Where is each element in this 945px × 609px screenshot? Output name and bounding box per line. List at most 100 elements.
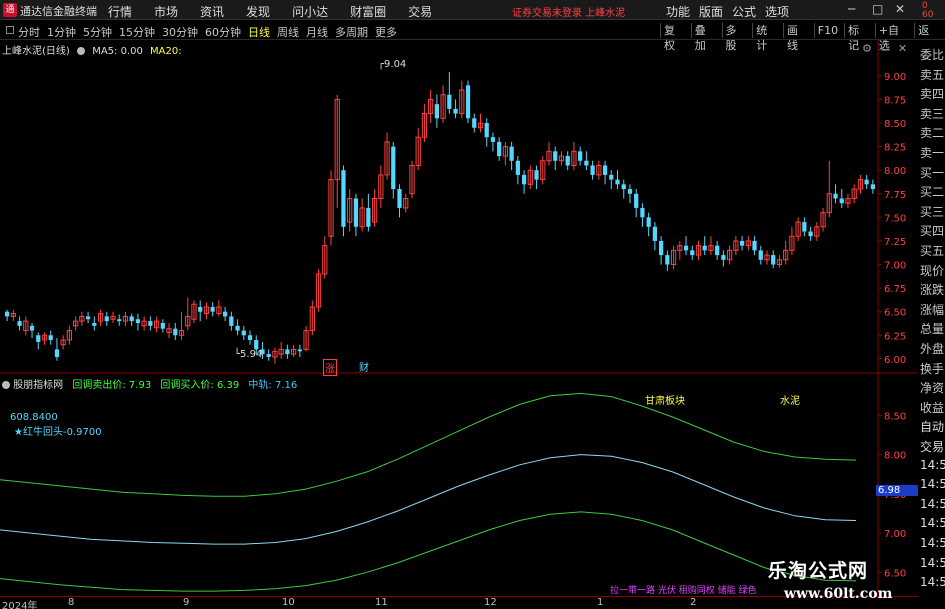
candle [833, 184, 838, 204]
quote-field-label[interactable]: 卖一 [920, 144, 944, 161]
tool-stats[interactable]: 统计 [752, 23, 780, 52]
quote-field-label[interactable]: 外盘 [920, 340, 944, 357]
tool-overlay[interactable]: 叠加 [690, 23, 719, 52]
candle [590, 160, 595, 180]
tool-draw[interactable]: 画线 [783, 23, 811, 52]
menu-options[interactable]: 选项 [765, 3, 789, 20]
minus-icon[interactable]: － [880, 42, 891, 58]
menu-discover[interactable]: 发现 [246, 3, 270, 20]
period-weekly[interactable]: 周线 [277, 24, 299, 40]
quote-field-label[interactable]: 14:56 [920, 497, 945, 511]
right-menu: 功能 版面 公式 选项 [666, 3, 798, 20]
login-notice[interactable]: 证券交易未登录 上峰水泥 [512, 4, 625, 19]
quote-field-label[interactable]: 自动 [920, 418, 944, 435]
candle [521, 170, 527, 194]
panel-toggle-icon[interactable] [6, 26, 14, 34]
quote-field-label[interactable]: 14:56 [920, 575, 945, 589]
quote-field-label[interactable]: 14:56 [920, 516, 945, 530]
y-tick-label: 8.00 [884, 166, 906, 177]
candle [166, 323, 172, 339]
minimize-icon[interactable]: ─ [848, 2, 855, 16]
candle [497, 137, 502, 161]
indicator-dot-icon[interactable] [2, 381, 10, 389]
menu-ask[interactable]: 问小达 [292, 3, 328, 20]
period-60min[interactable]: 60分钟 [205, 24, 241, 40]
finance-marker[interactable]: 财 [359, 359, 369, 374]
menu-markets[interactable]: 市场 [154, 3, 178, 20]
candle [359, 198, 365, 232]
gear-icon[interactable]: ⚙ [862, 42, 872, 55]
close-icon[interactable]: ✕ [895, 2, 905, 16]
app-logo-icon: 通 [3, 3, 17, 17]
period-1min[interactable]: 1分钟 [47, 24, 76, 40]
quote-field-label[interactable]: 净资 [920, 379, 944, 396]
quote-field-label[interactable]: 涨跌 [920, 281, 944, 298]
ma5-label: MA5: 0.00 [92, 46, 143, 57]
quote-field-label[interactable]: 14:56 [920, 477, 945, 491]
quote-field-label[interactable]: 14:56 [920, 458, 945, 472]
close-panel-icon[interactable]: ✕ [898, 42, 907, 55]
tool-f10[interactable]: F10 [813, 23, 841, 38]
period-15min[interactable]: 15分钟 [119, 24, 155, 40]
candle [839, 189, 844, 208]
period-daily[interactable]: 日线 [248, 24, 270, 40]
menu-wealth[interactable]: 财富圈 [350, 3, 386, 20]
chart-area[interactable]: 9.00 8.75 8.50 8.25 8.00 7.75 7.50 7.25 7.00 6.75… [0, 40, 918, 596]
quote-field-label[interactable]: 总量 [920, 320, 944, 337]
tool-back[interactable]: 返回 [914, 23, 942, 52]
quote-field-label[interactable]: 卖五 [920, 66, 944, 83]
tool-add-watchlist[interactable]: +自选 [874, 23, 911, 52]
quote-field-label[interactable]: 换手 [920, 360, 944, 377]
menu-market[interactable]: 行情 [108, 3, 132, 20]
quote-field-label[interactable]: 涨幅 [920, 301, 944, 318]
quote-field-label[interactable]: 买四 [920, 222, 944, 239]
time-label: 1 [597, 597, 604, 608]
period-more[interactable]: 更多 [375, 24, 397, 40]
period-multi[interactable]: 多周期 [335, 24, 368, 40]
period-30min[interactable]: 30分钟 [162, 24, 198, 40]
menu-formula[interactable]: 公式 [732, 3, 756, 20]
ma20-label: MA20: [150, 46, 182, 57]
candle [615, 170, 620, 190]
y-tick-label: 6.75 [884, 284, 906, 295]
tool-multistock[interactable]: 多股 [721, 23, 750, 52]
menu-news[interactable]: 资讯 [200, 3, 224, 20]
quote-field-label[interactable]: 卖三 [920, 105, 944, 122]
menu-function[interactable]: 功能 [666, 3, 690, 20]
candle [820, 207, 826, 232]
menu-layout[interactable]: 版面 [699, 3, 723, 20]
quote-field-label[interactable]: 14:56 [920, 556, 945, 570]
period-tick[interactable]: 分时 [18, 24, 40, 40]
quote-field-label[interactable]: 收益 [920, 399, 944, 416]
menu-trade[interactable]: 交易 [408, 3, 432, 20]
quote-field-label[interactable]: 交易 [920, 438, 944, 455]
candle [602, 160, 608, 185]
quote-field-label[interactable]: 现价 [920, 262, 944, 279]
quote-field-label[interactable]: 14:56 [920, 536, 945, 550]
indicator-legend: 股朋指标网 回调卖出价: 7.93 回调买入价: 6.39 中轨: 7.16 [2, 376, 297, 391]
indicator-name[interactable]: 股朋指标网 [13, 380, 63, 391]
period-monthly[interactable]: 月线 [306, 24, 328, 40]
maximize-icon[interactable]: □ [872, 2, 883, 16]
period-5min[interactable]: 5分钟 [83, 24, 112, 40]
settings-dot-icon[interactable] [77, 47, 85, 55]
tool-mark[interactable]: 标记 [844, 23, 872, 52]
quote-field-label[interactable]: 买二 [920, 183, 944, 200]
candle [715, 240, 720, 260]
quote-field-label[interactable]: 买五 [920, 242, 944, 259]
candle [235, 319, 240, 336]
tool-adjust[interactable]: 复权 [660, 23, 688, 52]
candle [41, 332, 48, 345]
quote-field-label[interactable]: 买一 [920, 164, 944, 181]
candle [247, 330, 253, 345]
high-price-label: ┌9.04 [378, 59, 407, 70]
candle [185, 297, 191, 331]
quote-field-label[interactable]: 买三 [920, 203, 944, 220]
quote-field-label[interactable]: 卖二 [920, 124, 944, 141]
quote-field-label[interactable]: 卖四 [920, 85, 944, 102]
stock-name[interactable]: 上峰水泥(日线) [2, 46, 70, 57]
low-price-label: └5.94 [234, 349, 263, 360]
candle [291, 344, 297, 357]
quote-field-label[interactable]: 委比 [920, 46, 944, 63]
limit-up-marker[interactable]: 涨 [323, 359, 337, 376]
